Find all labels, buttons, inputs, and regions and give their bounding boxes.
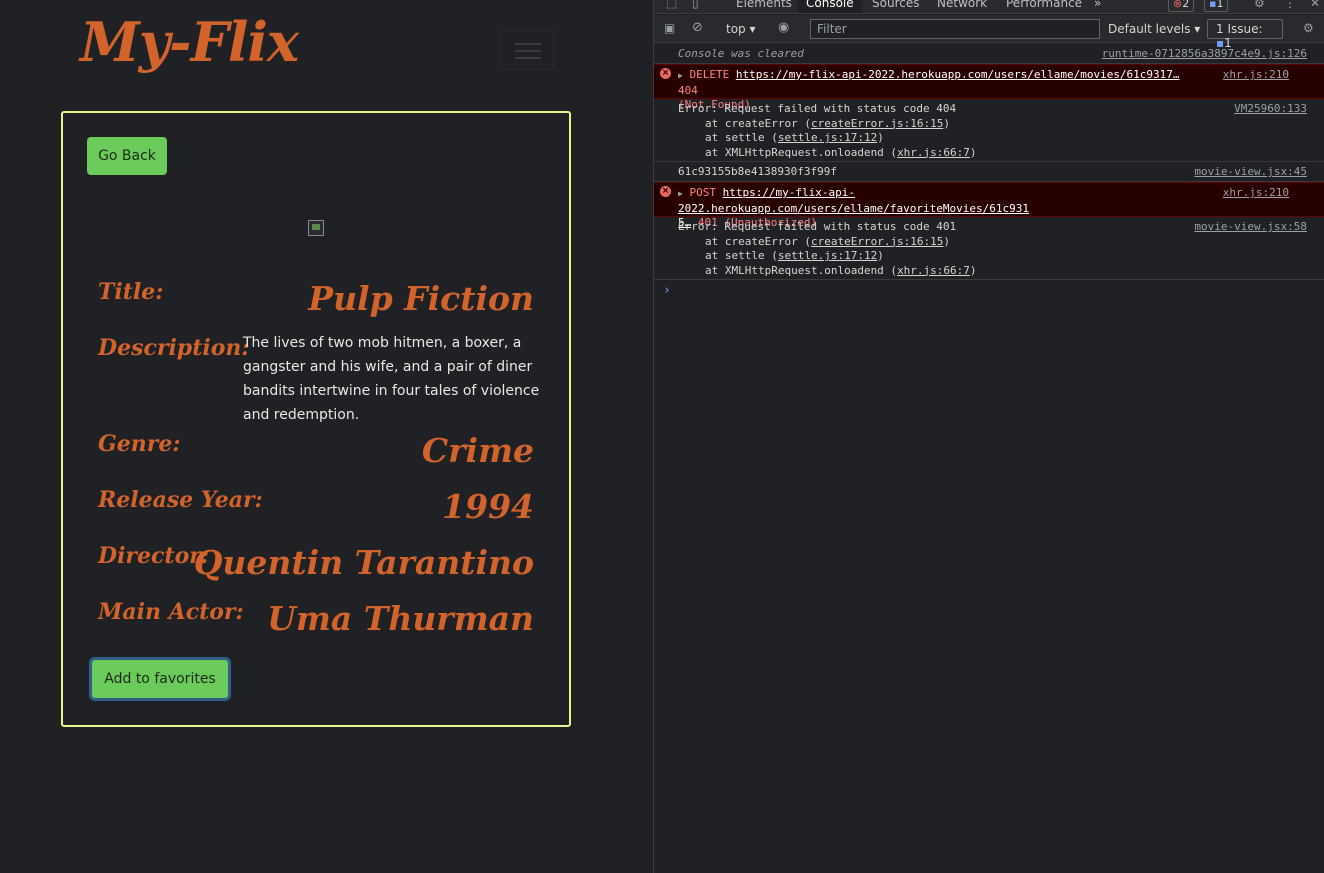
director-label: Director: (98, 543, 209, 569)
message-source-link[interactable]: movie-view.jsx:45 (1194, 165, 1307, 180)
main-actor-label: Main Actor: (98, 599, 244, 625)
movie-card: Go Back Title: Pulp Fiction Description:… (61, 111, 571, 727)
error-icon: ⊗ (1173, 0, 1183, 10)
tab-performance[interactable]: Performance (1006, 0, 1082, 10)
release-year-label: Release Year: (98, 487, 263, 513)
clear-console-icon[interactable]: ⊘ (692, 20, 703, 35)
hamburger-icon (515, 43, 541, 45)
message-source-link[interactable]: runtime-0712856a3897c4e9.js:126 (1102, 47, 1307, 62)
devtools-pane: ⬚ ▯ Elements Console Sources Network Per… (653, 0, 1324, 873)
brand-logo[interactable]: My-Flix (80, 10, 299, 74)
app-pane: My-Flix Go Back Title: Pulp Fiction Desc… (0, 0, 653, 873)
request-url-link[interactable]: https://my-flix-api-2022.herokuapp.com/u… (736, 68, 1180, 81)
console-toolbar: ▣ ⊘ top ▾ ◉ Filter Default levels ▾ 1 Is… (654, 15, 1324, 50)
stack-link[interactable]: xhr.js:66:7 (897, 146, 970, 159)
movie-title: Pulp Fiction (308, 279, 534, 318)
movie-release-year: 1994 (442, 487, 534, 526)
message-source-link[interactable]: VM25960:133 (1234, 102, 1307, 117)
title-label: Title: (98, 279, 164, 305)
log-levels-dropdown[interactable]: Default levels ▾ (1108, 22, 1200, 36)
more-tabs-chevron-icon[interactable]: » (1094, 0, 1101, 10)
error-icon: × (660, 186, 671, 197)
console-error-message: × ▶ POST https://my-flix-api-2022.heroku… (654, 182, 1324, 229)
expand-triangle-icon[interactable]: ▶ (678, 189, 683, 198)
description-label: Description: (98, 335, 250, 361)
console-prompt-input[interactable]: › (663, 283, 671, 298)
tab-sources[interactable]: Sources (872, 0, 919, 10)
stack-link[interactable]: xhr.js:66:7 (897, 264, 970, 277)
sidebar-toggle-icon[interactable]: ▣ (664, 21, 675, 35)
console-settings-gear-icon[interactable]: ⚙ (1303, 21, 1314, 35)
movie-genre: Crime (421, 431, 534, 470)
go-back-button[interactable]: Go Back (87, 137, 167, 175)
movie-description: The lives of two mob hitmen, a boxer, a … (243, 335, 540, 423)
console-stack-trace: Error: Request failed with status code 4… (654, 217, 1324, 280)
add-to-favorites-button[interactable]: Add to favorites (89, 657, 231, 701)
more-options-icon[interactable]: ⋮ (1284, 0, 1296, 10)
tab-elements[interactable]: Elements (736, 0, 792, 10)
console-filter-input[interactable]: Filter (810, 19, 1100, 39)
tab-console[interactable]: Console (798, 0, 862, 13)
live-expression-icon[interactable]: ◉ (778, 20, 789, 35)
stack-link[interactable]: createError.js:16:15 (811, 117, 943, 130)
stack-link[interactable]: createError.js:16:15 (811, 235, 943, 248)
movie-main-actor: Uma Thurman (267, 599, 534, 638)
message-source-link[interactable]: xhr.js:210 (1223, 186, 1289, 201)
genre-label: Genre: (98, 431, 181, 457)
console-message: Console was cleared runtime-0712856a3897… (654, 44, 1324, 64)
context-selector[interactable]: top ▾ (726, 22, 756, 36)
stack-link[interactable]: settle.js:17:12 (778, 249, 877, 262)
tab-network[interactable]: Network (937, 0, 987, 10)
message-source-link[interactable]: movie-view.jsx:58 (1194, 220, 1307, 235)
gear-icon[interactable]: ⚙ (1254, 0, 1265, 10)
message-source-link[interactable]: xhr.js:210 (1223, 68, 1289, 83)
stack-link[interactable]: settle.js:17:12 (778, 131, 877, 144)
request-url-link[interactable]: https://my-flix-api-2022.herokuapp.com/u… (678, 186, 1029, 215)
device-toolbar-icon[interactable]: ▯ (692, 0, 699, 10)
error-icon: × (660, 68, 671, 79)
console-stack-trace: Error: Request failed with status code 4… (654, 99, 1324, 162)
message-count-badge[interactable]: ▪1 (1204, 0, 1229, 12)
movie-director: Quentin Tarantino (193, 543, 534, 582)
console-error-message: × ▶ DELETE https://my-flix-api-2022.hero… (654, 64, 1324, 111)
devtools-tab-bar: ⬚ ▯ Elements Console Sources Network Per… (654, 0, 1324, 14)
issues-button[interactable]: 1 Issue: ▪1 (1207, 19, 1283, 50)
inspect-icon[interactable]: ⬚ (666, 0, 677, 10)
close-icon[interactable]: ✕ (1310, 0, 1320, 10)
console-log-message: 61c93155b8e4138930f3f99f movie-view.jsx:… (654, 162, 1324, 182)
error-count-badge[interactable]: ⊗2 (1168, 0, 1195, 12)
navbar-toggle-button[interactable] (500, 30, 554, 70)
movie-poster-image (308, 220, 324, 236)
expand-triangle-icon[interactable]: ▶ (678, 71, 683, 80)
